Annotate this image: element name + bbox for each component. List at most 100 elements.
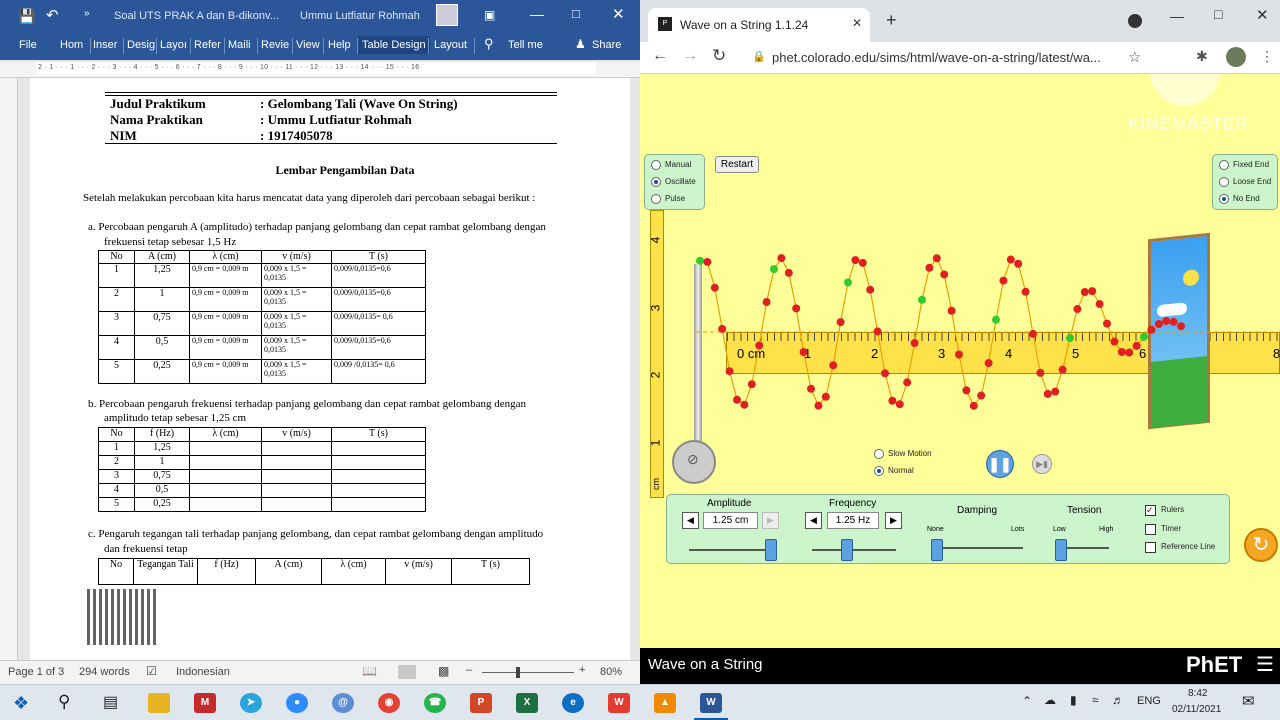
wifi-icon[interactable]: ≈ xyxy=(1092,693,1099,707)
tab-review[interactable]: Revie xyxy=(261,39,289,51)
close-button[interactable]: ✕ xyxy=(612,5,625,23)
tab-view[interactable]: View xyxy=(296,39,320,51)
tab-help[interactable]: Help xyxy=(328,39,351,51)
excel-icon[interactable]: X xyxy=(516,693,538,713)
pause-button[interactable]: ❚❚ xyxy=(986,450,1014,478)
minimize-button[interactable]: — xyxy=(1170,8,1184,24)
proofing-icon[interactable]: ☑ xyxy=(146,664,157,678)
clock-time[interactable]: 8:42 xyxy=(1188,688,1207,699)
file-explorer-icon[interactable] xyxy=(148,693,170,713)
clock-date[interactable]: 02/11/2021 xyxy=(1172,704,1221,715)
save-icon[interactable]: 💾 xyxy=(18,8,35,25)
mail-icon[interactable]: @ xyxy=(332,693,354,713)
tab-mailings[interactable]: Maili xyxy=(228,39,251,51)
back-icon[interactable]: ← xyxy=(652,47,668,65)
powerpoint-icon[interactable]: P xyxy=(470,693,492,713)
tab-insert[interactable]: Inser xyxy=(93,39,117,51)
zoom-in-button[interactable]: + xyxy=(579,664,585,676)
amplitude-decrease-button[interactable]: ◀ xyxy=(682,512,699,529)
horizontal-ruler[interactable]: 2 · 1 · · · 1 · · · 2 · · · 3 · · · 4 · … xyxy=(0,62,640,78)
step-button[interactable]: ▶▮ xyxy=(1032,454,1052,474)
read-mode-icon[interactable]: 📖 xyxy=(362,664,377,678)
more-icon[interactable]: » xyxy=(84,8,90,19)
zoom-icon[interactable]: ● xyxy=(286,693,308,713)
maximize-button[interactable]: □ xyxy=(1214,6,1222,22)
amplitude-slider[interactable] xyxy=(689,549,777,551)
amplitude-thumb[interactable] xyxy=(765,539,777,561)
lock-icon[interactable]: 🔒 xyxy=(752,50,766,63)
damping-slider[interactable] xyxy=(937,547,1023,549)
notification-icon[interactable]: ✉ xyxy=(1242,692,1255,710)
word-count[interactable]: 294 words xyxy=(79,666,130,678)
bookmark-star-icon[interactable]: ☆ xyxy=(1128,48,1141,66)
profile-avatar[interactable] xyxy=(1226,47,1246,67)
print-layout-icon[interactable] xyxy=(398,665,416,679)
hamburger-menu-icon[interactable]: ☰ xyxy=(1256,652,1274,677)
chrome-icon[interactable]: ◉ xyxy=(378,693,400,713)
frequency-increase-button[interactable]: ▶ xyxy=(885,512,902,529)
reset-all-button[interactable]: ↻ xyxy=(1244,528,1278,562)
amplitude-increase-button[interactable]: ▶ xyxy=(762,512,779,529)
rulers-checkbox[interactable]: ✓ Rulers xyxy=(1145,505,1184,516)
tension-thumb[interactable] xyxy=(1055,539,1067,561)
phet-logo[interactable]: PhET xyxy=(1186,652,1242,678)
mcafee-icon[interactable]: M xyxy=(194,693,216,713)
forward-icon[interactable]: → xyxy=(682,47,698,65)
zoom-level[interactable]: 80% xyxy=(600,666,622,678)
timer-checkbox[interactable]: Timer xyxy=(1145,524,1181,535)
tab-search-icon[interactable] xyxy=(1128,14,1142,28)
frequency-slider[interactable] xyxy=(812,549,896,551)
new-tab-button[interactable]: + xyxy=(886,10,897,31)
telegram-icon[interactable]: ➤ xyxy=(240,693,262,713)
tell-me-search[interactable]: Tell me xyxy=(508,39,543,51)
reference-line-checkbox[interactable]: Reference Line xyxy=(1145,542,1215,553)
tab-home[interactable]: Hom xyxy=(60,39,83,51)
frequency-decrease-button[interactable]: ◀ xyxy=(805,512,822,529)
amplitude-value[interactable]: 1.25 cm xyxy=(703,512,758,529)
cloud-icon[interactable]: ☁ xyxy=(1044,693,1056,707)
maximize-button[interactable]: □ xyxy=(572,6,580,21)
start-icon[interactable]: ❖ xyxy=(13,693,29,714)
tab-table-layout[interactable]: Layout xyxy=(434,39,467,51)
vertical-ruler[interactable] xyxy=(0,78,18,660)
edge-icon[interactable]: e xyxy=(562,693,584,713)
zoom-out-button[interactable]: – xyxy=(466,664,472,676)
tab-layout-page[interactable]: Layoı xyxy=(160,39,187,51)
menu-icon[interactable]: ⋮ xyxy=(1260,48,1274,65)
url-field[interactable]: phet.colorado.edu/sims/html/wave-on-a-st… xyxy=(772,50,1101,65)
tab-file[interactable]: File xyxy=(19,39,37,51)
zoom-thumb[interactable] xyxy=(516,667,520,678)
battery-icon[interactable]: ▮ xyxy=(1070,693,1077,707)
extensions-icon[interactable]: ✱ xyxy=(1196,48,1208,65)
close-button[interactable]: ✕ xyxy=(1256,6,1269,24)
frequency-thumb[interactable] xyxy=(841,539,853,561)
tray-chevron-icon[interactable]: ⌃ xyxy=(1022,694,1032,708)
volume-icon[interactable]: ♬ xyxy=(1112,693,1124,707)
language[interactable]: Indonesian xyxy=(176,666,230,678)
share-icon[interactable]: ♟ xyxy=(575,37,586,51)
word-icon[interactable]: W xyxy=(700,693,722,713)
tab-close-icon[interactable]: ✕ xyxy=(852,16,862,30)
whatsapp-icon[interactable]: ☎ xyxy=(424,693,446,713)
speed-normal[interactable]: Normal xyxy=(874,466,914,476)
minimize-button[interactable]: — xyxy=(530,6,544,22)
speed-slow[interactable]: Slow Motion xyxy=(874,449,932,459)
web-layout-icon[interactable]: ▩ xyxy=(438,664,449,678)
search-icon[interactable]: ⚲ xyxy=(58,692,70,712)
browser-tab[interactable]: P Wave on a String 1.1.24 ✕ xyxy=(648,8,870,42)
frequency-value[interactable]: 1.25 Hz xyxy=(827,512,879,529)
zoom-slider[interactable] xyxy=(482,672,574,673)
document-page[interactable]: Judul Praktikum Nama Praktikan NIM : Gel… xyxy=(30,78,630,660)
share-button[interactable]: Share xyxy=(592,39,621,51)
reload-icon[interactable]: ↻ xyxy=(712,46,726,66)
wps-icon[interactable]: W xyxy=(608,693,630,713)
task-view-icon[interactable]: ▤ xyxy=(103,692,118,712)
undo-icon[interactable]: ↶ xyxy=(46,6,59,24)
avatar[interactable] xyxy=(436,4,458,26)
tab-table-design[interactable]: Table Design xyxy=(358,36,430,54)
damping-thumb[interactable] xyxy=(931,539,943,561)
vlc-icon[interactable]: ▲ xyxy=(654,693,676,713)
tab-design[interactable]: Desig xyxy=(127,39,155,51)
ribbon-display-icon[interactable]: ▣ xyxy=(484,8,495,22)
tab-references[interactable]: Refer xyxy=(194,39,221,51)
